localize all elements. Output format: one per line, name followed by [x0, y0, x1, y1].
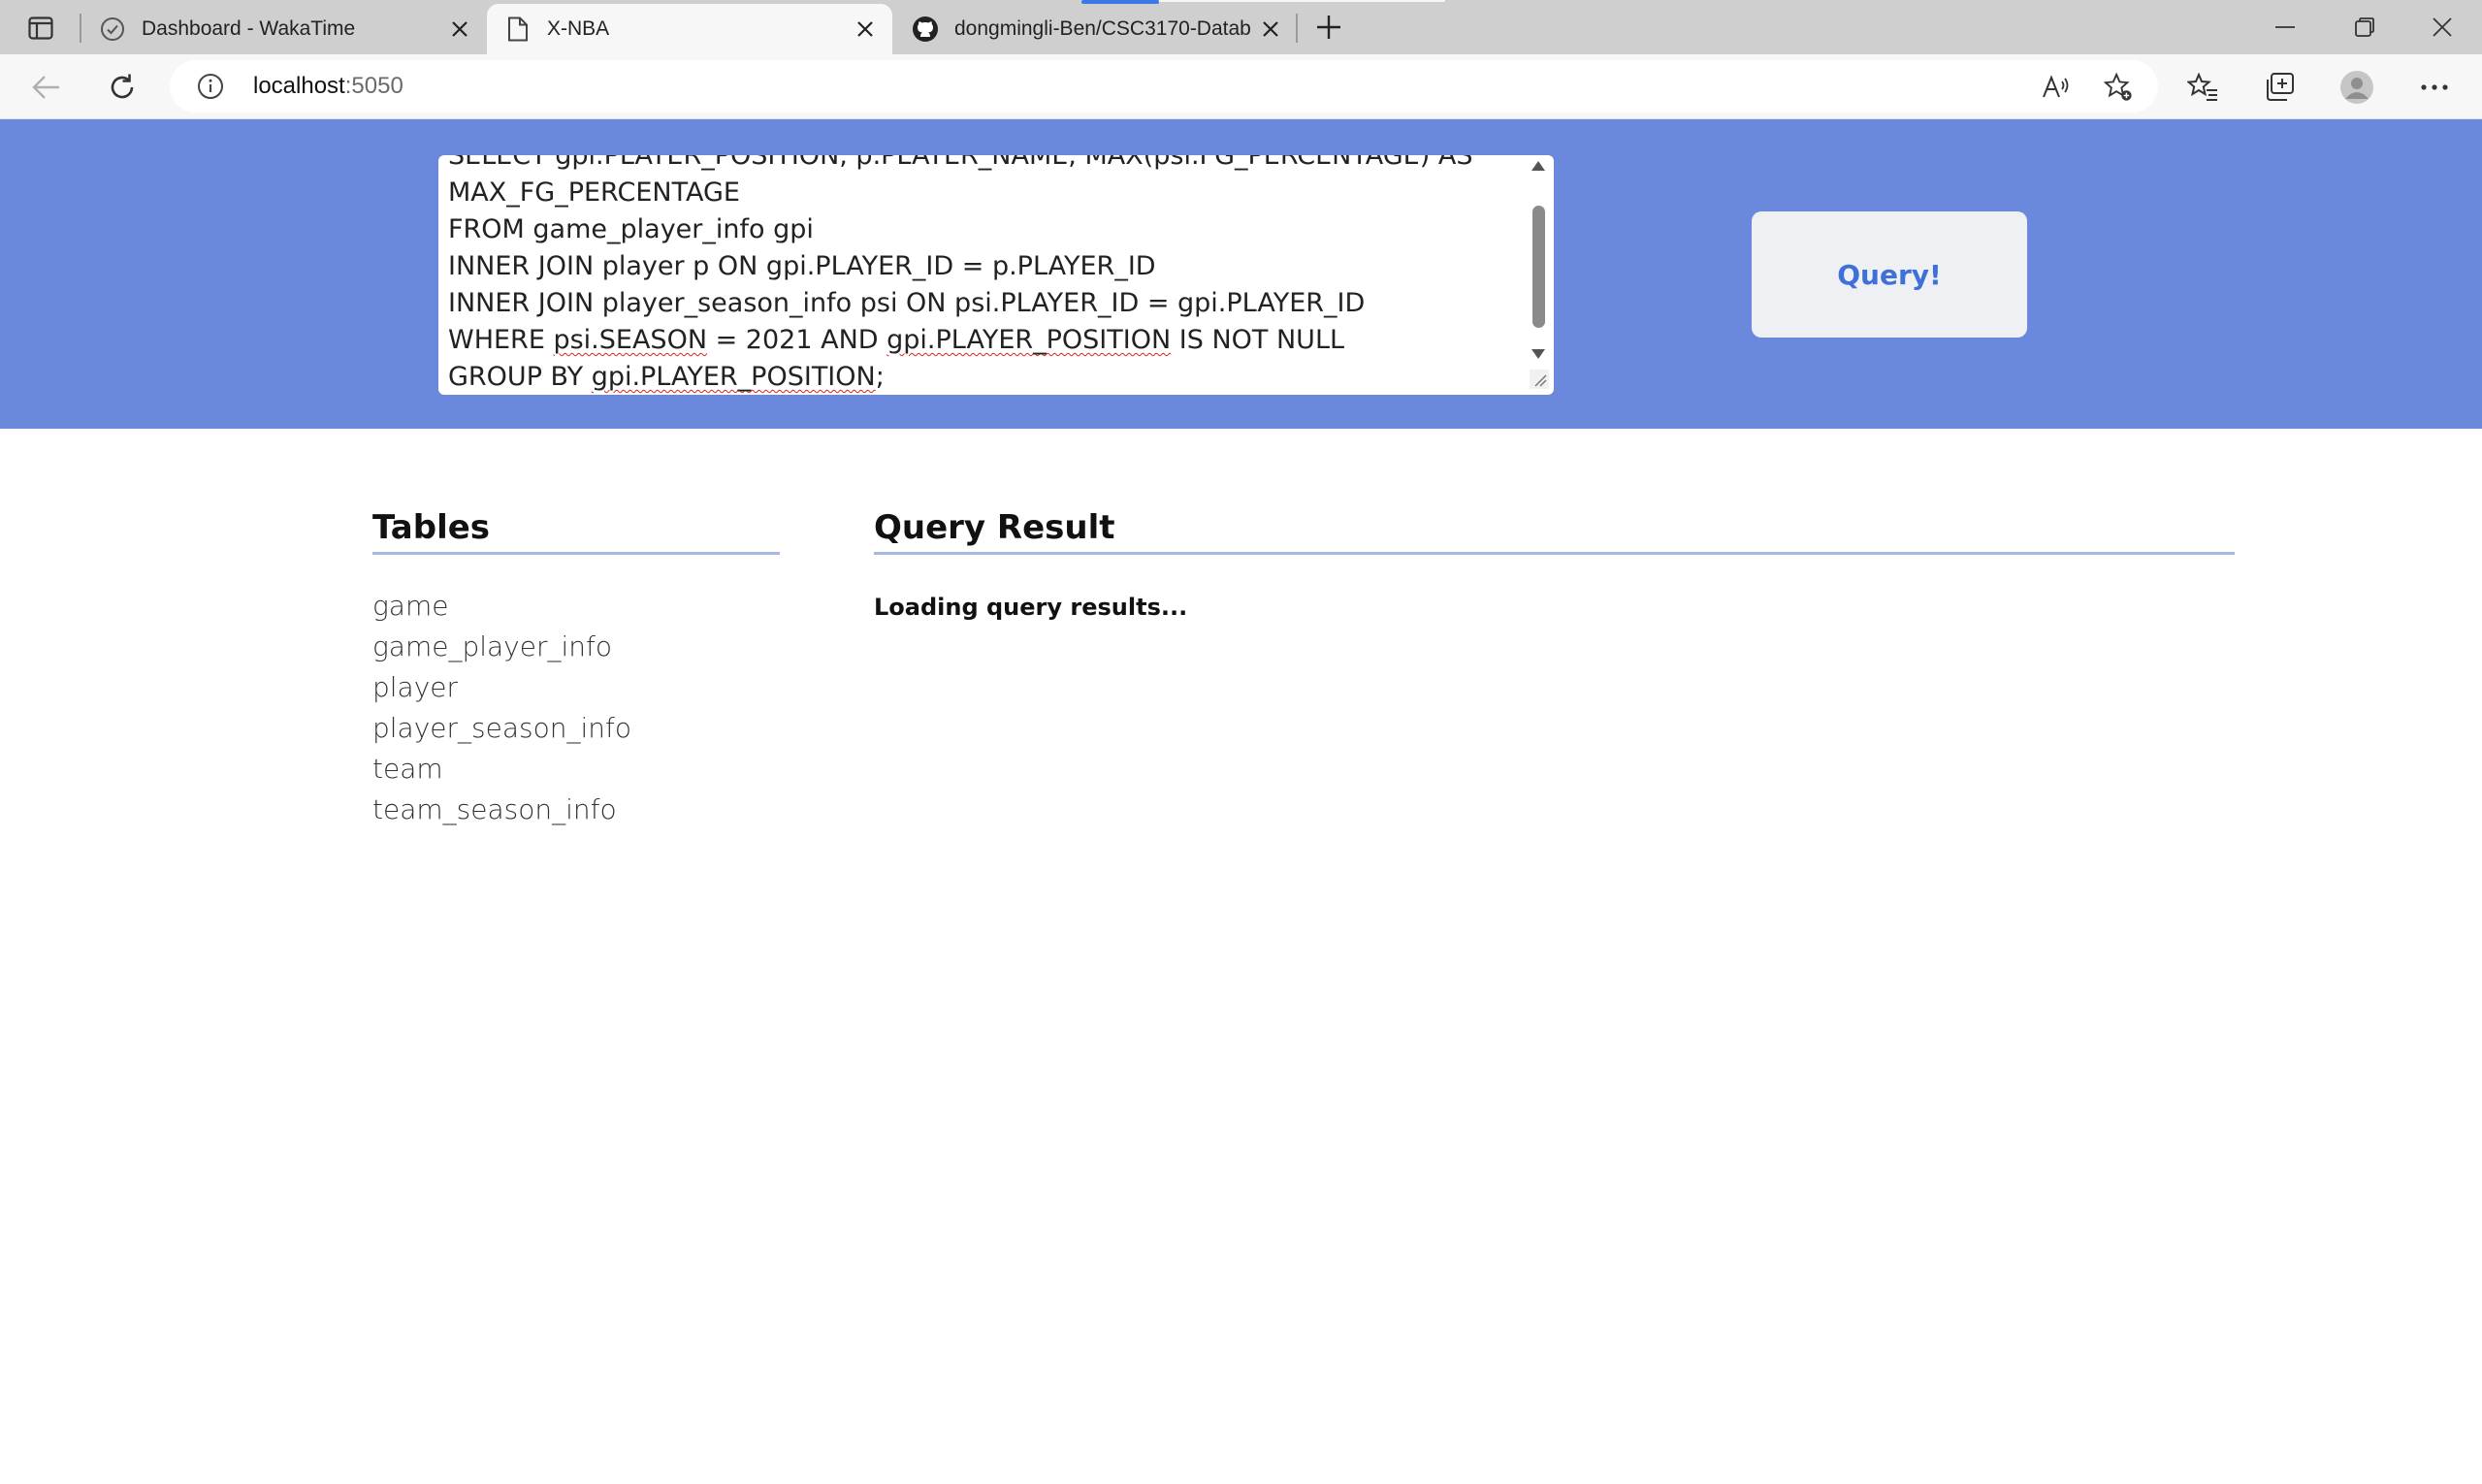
sql-line: INNER JOIN player_season_info psi ON psi… [448, 288, 1366, 318]
restore-button[interactable] [2337, 8, 2392, 47]
more-menu-icon[interactable] [2417, 70, 2452, 105]
reload-button[interactable] [101, 66, 144, 109]
scroll-up-arrow-icon[interactable] [1531, 161, 1545, 171]
tables-list: game game_player_info player player_seas… [372, 586, 631, 830]
collections-icon[interactable] [2262, 70, 2297, 105]
check-circle-icon [99, 16, 126, 43]
sql-token: IS NOT NULL [1171, 325, 1345, 355]
close-icon[interactable] [446, 16, 473, 43]
sql-token: GROUP BY [448, 362, 592, 392]
sql-query-text[interactable]: SELECT gpi.PLAYER_POSITION, p.PLAYER_NAM… [448, 155, 1525, 395]
tables-heading: Tables [372, 508, 491, 547]
sql-line: MAX_FG_PERCENTAGE [448, 177, 740, 208]
sql-line: GROUP BY gpi.PLAYER_POSITION; [448, 359, 1525, 395]
table-item-player[interactable]: player [372, 667, 631, 708]
loading-indicator [1081, 0, 1159, 4]
url-text[interactable]: localhost:5050 [253, 73, 403, 100]
close-icon [2433, 17, 2452, 37]
minimize-button[interactable] [2258, 8, 2312, 47]
table-item-game[interactable]: game [372, 586, 631, 627]
tab-title: dongmingli-Ben/CSC3170-Datab [954, 17, 1251, 40]
read-aloud-icon[interactable] [2042, 73, 2071, 102]
tab-title: X-NBA [547, 17, 610, 40]
tab-x-nba[interactable]: X-NBA [487, 4, 892, 54]
tab-title: Dashboard - WakaTime [142, 17, 356, 40]
sql-query-input[interactable]: SELECT gpi.PLAYER_POSITION, p.PLAYER_NAM… [438, 155, 1554, 395]
reload-icon [111, 74, 134, 99]
tab-wakatime[interactable]: Dashboard - WakaTime [81, 4, 485, 54]
sql-line: FROM game_player_info gpi [448, 214, 814, 244]
resize-grip-icon[interactable] [1529, 369, 1550, 390]
sql-line: INNER JOIN player p ON gpi.PLAYER_ID = p… [448, 251, 1156, 281]
loading-track [1159, 0, 1445, 2]
minimize-icon [2275, 26, 2295, 28]
add-favorite-icon[interactable] [2104, 72, 2133, 102]
scrollbar-thumb[interactable] [1532, 206, 1545, 328]
close-icon[interactable] [1257, 16, 1284, 43]
address-bar[interactable]: localhost:5050 [170, 60, 2158, 113]
tab-actions-icon[interactable] [23, 14, 58, 43]
table-item-game-player-info[interactable]: game_player_info [372, 627, 631, 667]
scroll-down-arrow-icon[interactable] [1531, 349, 1545, 359]
table-item-team-season-info[interactable]: team_season_info [372, 790, 631, 830]
query-result-divider [874, 552, 2235, 555]
info-icon[interactable] [197, 73, 224, 100]
github-icon [912, 16, 939, 43]
sql-token: WHERE [448, 325, 554, 355]
restore-icon [2355, 17, 2374, 37]
page-icon [504, 16, 532, 43]
new-tab-button[interactable] [1309, 10, 1348, 45]
browser-tab-bar: Dashboard - WakaTime X-NBA dongmingli-Be… [0, 0, 2482, 54]
sql-line: SELECT gpi.PLAYER_POSITION, p.PLAYER_NAM… [448, 155, 1473, 171]
sql-token: ; [875, 362, 885, 392]
url-host: localhost [253, 73, 345, 99]
tables-divider [372, 552, 780, 555]
url-port: :5050 [344, 73, 403, 99]
spellcheck-token: gpi.PLAYER_POSITION [591, 362, 876, 392]
tab-separator [1296, 14, 1298, 43]
spellcheck-token: gpi.PLAYER_POSITION [886, 325, 1172, 355]
plus-icon [1317, 16, 1340, 39]
back-arrow-icon [32, 76, 59, 99]
sql-token: = 2021 AND [707, 325, 887, 355]
sql-line: WHERE psi.SEASON = 2021 AND gpi.PLAYER_P… [448, 322, 1525, 359]
close-window-button[interactable] [2415, 8, 2469, 47]
table-item-player-season-info[interactable]: player_season_info [372, 708, 631, 749]
back-button[interactable] [25, 66, 68, 109]
query-result-heading: Query Result [874, 508, 1115, 547]
tab-github[interactable]: dongmingli-Ben/CSC3170-Datab [894, 4, 1296, 54]
query-button[interactable]: Query! [1752, 211, 2027, 338]
spellcheck-token: psi.SEASON [553, 325, 708, 355]
favorites-icon[interactable] [2185, 70, 2220, 105]
browser-toolbar: localhost:5050 [0, 54, 2482, 119]
table-item-team[interactable]: team [372, 749, 631, 790]
profile-avatar-icon[interactable] [2339, 70, 2374, 105]
close-icon[interactable] [852, 16, 879, 43]
query-status-text: Loading query results... [874, 594, 1188, 621]
